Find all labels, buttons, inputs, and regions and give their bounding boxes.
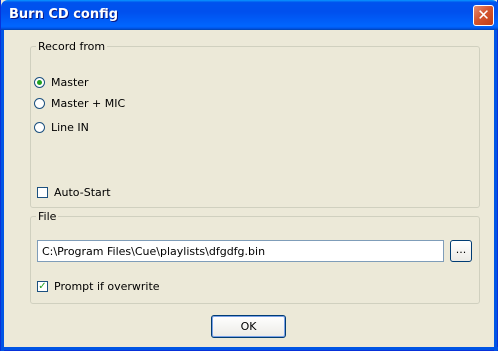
window-title: Burn CD config — [9, 7, 119, 22]
autostart-box[interactable] — [37, 187, 48, 198]
prompt-overwrite-box[interactable]: ✓ — [37, 281, 48, 292]
radio-master-mic-indicator[interactable] — [34, 98, 45, 109]
radio-master-indicator[interactable] — [34, 77, 45, 88]
ok-button[interactable]: OK — [211, 315, 286, 338]
radio-master[interactable]: Master — [34, 76, 89, 89]
radio-line-in[interactable]: Line IN — [34, 121, 89, 134]
window-border-right — [494, 30, 497, 351]
record-from-legend: Record from — [38, 40, 106, 53]
autostart-label: Auto-Start — [54, 186, 111, 199]
radio-master-label: Master — [51, 76, 89, 89]
prompt-overwrite-checkbox[interactable]: ✓ Prompt if overwrite — [37, 280, 160, 293]
dialog-window: Burn CD config ✕ Record from Master Mast… — [0, 0, 498, 351]
close-button[interactable]: ✕ — [473, 5, 494, 26]
close-icon: ✕ — [477, 6, 490, 24]
browse-button[interactable]: ... — [450, 240, 472, 262]
radio-master-mic-label: Master + MIC — [51, 97, 126, 110]
prompt-overwrite-label: Prompt if overwrite — [54, 280, 160, 293]
autostart-checkbox[interactable]: Auto-Start — [37, 186, 111, 199]
radio-line-in-indicator[interactable] — [34, 122, 45, 133]
window-border-bottom — [1, 347, 498, 350]
file-legend: File — [38, 210, 57, 223]
radio-line-in-label: Line IN — [51, 121, 89, 134]
radio-master-mic[interactable]: Master + MIC — [34, 97, 125, 110]
record-from-group: Record from — [30, 40, 480, 208]
title-bar[interactable]: Burn CD config ✕ — [1, 0, 498, 30]
window-border-left — [1, 30, 4, 351]
file-path-input[interactable] — [37, 240, 444, 262]
